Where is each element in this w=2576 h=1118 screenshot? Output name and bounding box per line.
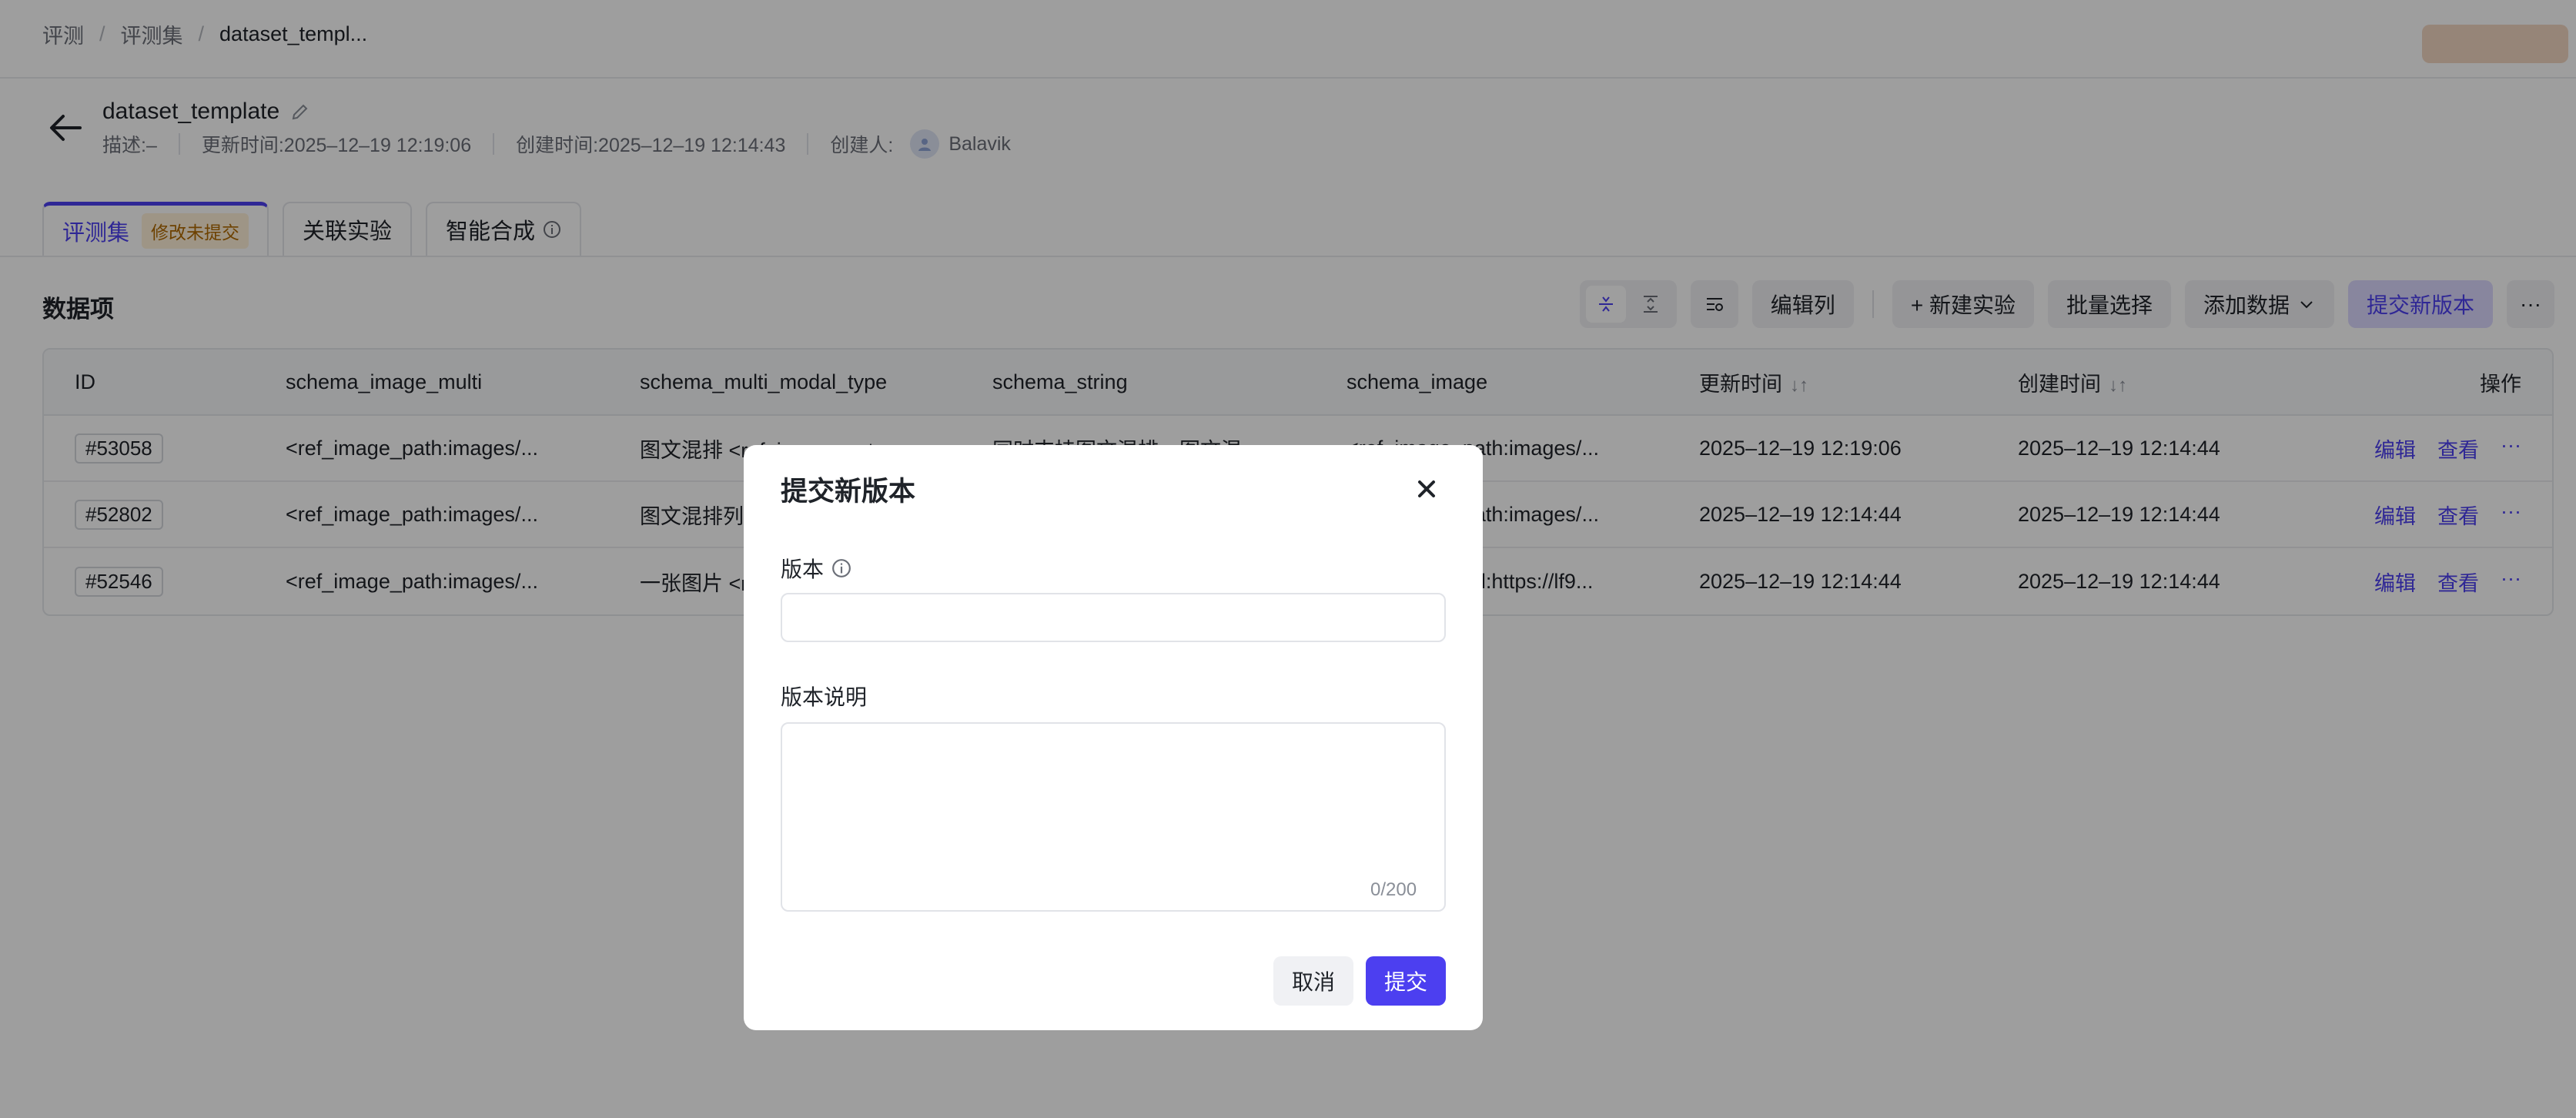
info-icon[interactable] xyxy=(831,558,851,578)
close-icon[interactable] xyxy=(1413,476,1440,502)
submit-version-dialog: 提交新版本 版本 版本说明 0/200 取消 提交 xyxy=(744,445,1483,1030)
version-description-textarea[interactable] xyxy=(781,722,1446,912)
char-counter: 0/200 xyxy=(1370,879,1417,900)
version-description-label: 版本说明 xyxy=(781,685,868,709)
page: 评测 / 评测集 / dataset_templ... dataset_temp… xyxy=(0,0,2576,1118)
version-label-text: 版本 xyxy=(781,557,825,581)
version-input[interactable] xyxy=(781,593,1446,642)
cancel-button[interactable]: 取消 xyxy=(1273,956,1353,1006)
submit-button[interactable]: 提交 xyxy=(1366,956,1446,1006)
version-label: 版本 xyxy=(781,553,851,584)
dialog-title: 提交新版本 xyxy=(781,477,916,507)
